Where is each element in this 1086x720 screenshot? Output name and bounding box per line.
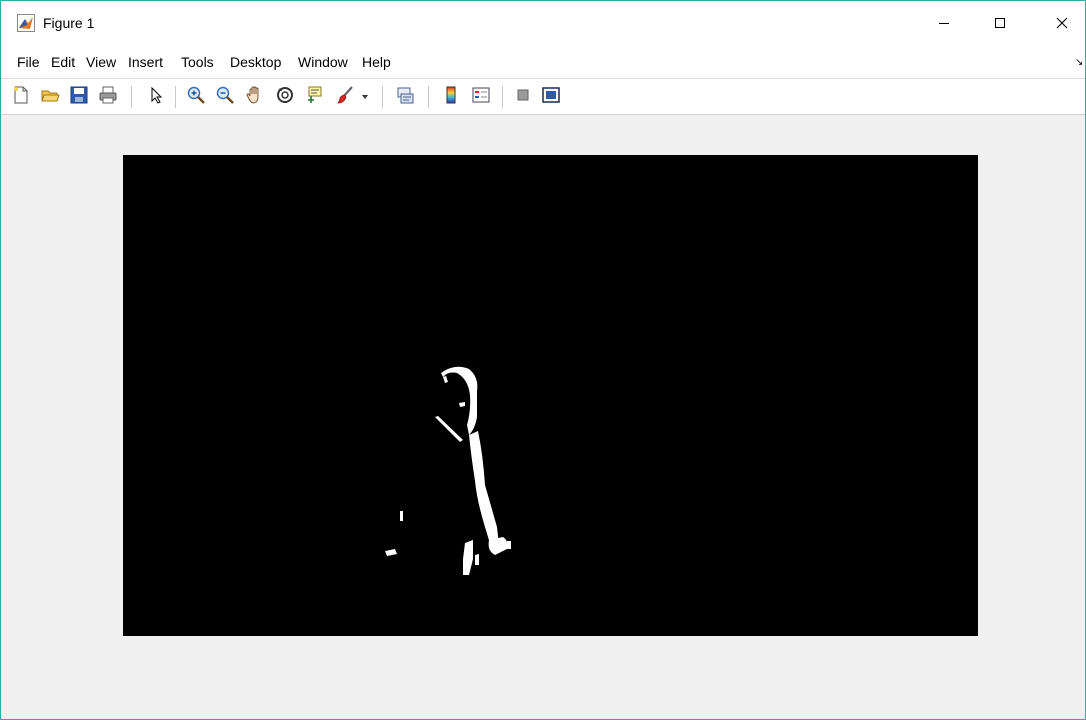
zoom-out-button[interactable] [213,85,237,109]
data-cursor-button[interactable] [303,85,327,109]
menu-insert[interactable]: Insert [128,54,163,70]
print-figure-button[interactable] [96,85,120,109]
hide-plot-tools-icon [513,85,533,110]
insert-legend-icon [471,85,491,110]
show-plot-tools-icon [541,85,561,110]
insert-colorbar-icon [441,85,461,110]
zoom-in-button[interactable] [184,85,208,109]
window-title: Figure 1 [43,15,95,31]
mask-hand-fragment [507,541,511,549]
close-icon [1056,17,1068,29]
minimize-icon [938,17,950,29]
maximize-button[interactable] [977,1,1023,45]
open-file-icon [40,85,60,110]
title-bar[interactable]: Figure 1 [1,1,1085,45]
pan-button[interactable] [243,85,267,109]
save-figure-button[interactable] [67,85,91,109]
menu-tools[interactable]: Tools [181,54,214,70]
menu-edit[interactable]: Edit [51,54,75,70]
toolbar-separator [428,86,429,108]
menu-window[interactable]: Window [298,54,348,70]
toolbar-separator [175,86,176,108]
figure-window: Figure 1 File Edit View Insert Tools Des… [0,0,1086,720]
toolbar-separator [382,86,383,108]
new-figure-icon [11,85,31,110]
zoom-out-icon [215,85,235,110]
menu-desktop[interactable]: Desktop [230,54,281,70]
link-plot-button[interactable] [393,85,417,109]
binary-mask-image[interactable] [123,155,978,636]
matlab-icon [17,14,35,32]
edit-plot-button[interactable] [144,85,168,109]
dock-arrow-icon[interactable]: ↘ [1075,57,1083,68]
save-figure-icon [69,85,89,110]
open-file-button[interactable] [38,85,62,109]
figure-toolbar [1,79,1085,115]
brush-button[interactable] [333,85,357,109]
maximize-icon [994,17,1006,29]
menu-view[interactable]: View [86,54,116,70]
brush-dropdown-icon [361,88,369,106]
menu-bar: File Edit View Insert Tools Desktop Wind… [1,45,1085,78]
data-cursor-icon [305,85,325,110]
minimize-button[interactable] [921,1,967,45]
toolbar-separator [131,86,132,108]
print-figure-icon [98,85,118,110]
insert-colorbar-button[interactable] [439,85,463,109]
brush-dropdown-button[interactable] [358,85,372,109]
pan-hand-icon [245,85,265,110]
toolbar-separator [502,86,503,108]
rotate-3d-button[interactable] [273,85,297,109]
mask-leg-fragment [475,554,479,565]
link-plot-icon [395,85,415,110]
zoom-in-icon [186,85,206,110]
brush-icon [335,85,355,110]
new-figure-button[interactable] [9,85,33,109]
hide-plot-tools-button[interactable] [511,85,535,109]
menu-file[interactable]: File [17,54,40,70]
menu-help[interactable]: Help [362,54,391,70]
show-plot-tools-button[interactable] [539,85,563,109]
rotate-3d-icon [275,85,295,110]
insert-legend-button[interactable] [469,85,493,109]
close-button[interactable] [1039,1,1085,45]
edit-plot-arrow-icon [146,85,166,110]
mask-left-fragment [400,511,403,521]
